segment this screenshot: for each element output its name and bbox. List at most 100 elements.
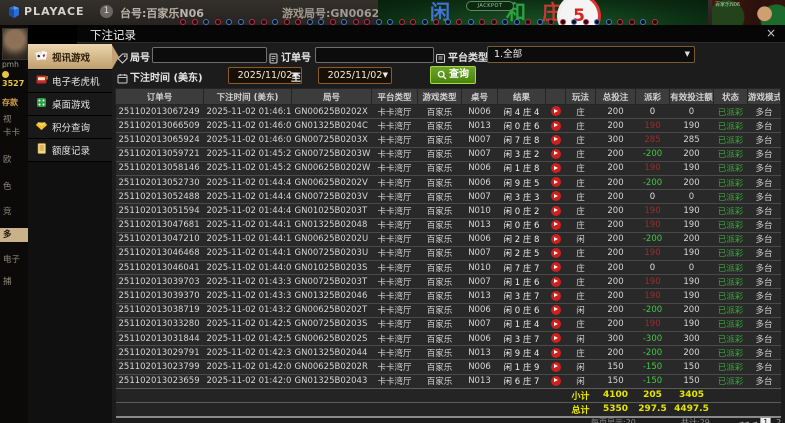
play-icon[interactable] [550, 248, 561, 259]
play-icon[interactable] [550, 361, 561, 372]
cell-valid-bet: 200 [669, 302, 714, 318]
cell-platform: 卡卡湾厅 [371, 118, 418, 133]
cell-platform: 卡卡湾厅 [371, 330, 418, 346]
play-icon[interactable] [550, 234, 561, 245]
play-icon[interactable] [550, 120, 561, 131]
cell-replay [545, 217, 566, 233]
cell-table-no: N007 [461, 132, 498, 148]
cell-table-no: N007 [461, 146, 498, 162]
cell-total-bet: 150 [595, 373, 636, 389]
lobby-item[interactable]: 欧 [0, 153, 28, 167]
play-icon[interactable] [550, 134, 561, 145]
cell-round-no: GN01325B0204C [291, 118, 372, 133]
cell-round-no: GN01025B0203S [291, 260, 372, 275]
lobby-item[interactable]: 捕 [0, 275, 28, 289]
cell-bet-type: 庄 [565, 316, 596, 332]
column-header: 游戏模式 [747, 88, 781, 105]
coin-icon [2, 71, 9, 78]
cell-game-type: 百家乐 [417, 316, 462, 332]
cell-game-type: 百家乐 [417, 302, 462, 318]
order-filter-label: 订单号 [281, 53, 311, 64]
play-icon[interactable] [550, 148, 561, 159]
cell-game-mode: 多台 [747, 316, 781, 332]
play-icon[interactable] [550, 333, 561, 344]
prev-page-icon[interactable]: ◄ [752, 419, 757, 423]
menu-item-积分查询[interactable]: 积分查询 [28, 116, 112, 139]
cell-bet-time: 2025-11-02 01:46:07 [203, 132, 292, 148]
cell-valid-bet: 190 [669, 203, 714, 218]
cell-replay [545, 274, 566, 289]
lobby-item[interactable]: 卡卡 [0, 126, 28, 140]
cards-icon [35, 49, 48, 65]
page-number[interactable]: 1 [760, 417, 772, 423]
cell-bet-time: 2025-11-02 01:42:56 [203, 316, 292, 332]
deposit-button[interactable]: 存款 [2, 97, 18, 108]
cell-valid-bet: 200 [669, 174, 714, 190]
cell-result: 闲 9 庄 5 [497, 174, 546, 190]
menu-item-桌面游戏[interactable]: 桌面游戏 [28, 93, 112, 116]
cell-bet-type: 庄 [565, 288, 596, 304]
order-input[interactable] [315, 47, 434, 63]
menu-item-额度记录[interactable]: 额度记录 [28, 139, 112, 162]
cell-round-no: GN01325B02044 [291, 345, 372, 360]
avatar[interactable] [2, 28, 28, 60]
cell-bet-type: 闲 [565, 359, 596, 375]
search-button[interactable]: 查询 [430, 66, 476, 84]
cell-platform: 卡卡湾厅 [371, 288, 418, 304]
cell-table-no: N006 [461, 330, 498, 346]
cell-game-mode: 多台 [747, 245, 781, 261]
play-icon[interactable] [550, 163, 561, 174]
lobby-item[interactable]: 视 [0, 113, 28, 127]
cell-total-bet: 200 [595, 316, 636, 332]
menu-item-视讯游戏[interactable]: 视讯游戏 [28, 44, 119, 70]
play-icon[interactable] [550, 262, 561, 273]
play-icon[interactable] [550, 276, 561, 287]
play-icon[interactable] [550, 219, 561, 230]
lobby-item[interactable]: 色 [0, 180, 28, 194]
cell-bet-time: 2025-11-02 01:44:14 [203, 231, 292, 247]
platform-select[interactable]: 1.全部 ▼ [487, 46, 695, 63]
close-icon[interactable]: × [766, 26, 776, 40]
table-row: 251102013059721 2025-11-02 01:45:29 GN0072… [115, 146, 781, 162]
cell-bet-type: 庄 [565, 260, 596, 275]
cell-status: 已派彩 [713, 103, 748, 119]
cell-payout: 190 [635, 274, 670, 289]
dealer-video-thumbnail[interactable]: 百家乐N06 [712, 0, 785, 25]
play-icon[interactable] [550, 290, 561, 301]
lobby-item[interactable]: 电子 [0, 253, 28, 267]
cell-status: 已派彩 [713, 288, 748, 304]
cell-valid-bet: 190 [669, 288, 714, 304]
username-label: pmh [2, 60, 19, 69]
cell-valid-bet: 0 [669, 189, 714, 204]
play-icon[interactable] [550, 177, 561, 188]
cell-replay [545, 231, 566, 247]
cell-game-type: 百家乐 [417, 288, 462, 304]
menu-item-电子老虎机[interactable]: 电子老虎机 [28, 70, 112, 93]
play-icon[interactable] [550, 319, 561, 330]
cell-status: 已派彩 [713, 231, 748, 247]
cell-total-bet: 200 [595, 302, 636, 318]
cell-table-no: N010 [461, 260, 498, 275]
cell-valid-bet: 150 [669, 373, 714, 389]
play-icon[interactable] [550, 106, 561, 117]
page-number[interactable]: 2 [774, 418, 783, 423]
cell-platform: 卡卡湾厅 [371, 174, 418, 190]
cell-valid-bet: 150 [669, 359, 714, 375]
play-icon[interactable] [550, 191, 561, 202]
play-icon[interactable] [550, 347, 561, 358]
play-icon[interactable] [550, 205, 561, 216]
cell-platform: 卡卡湾厅 [371, 103, 418, 119]
table-row: 251102013047681 2025-11-02 01:44:17 GN0132… [115, 217, 781, 233]
cell-order-no: 251102013023799 [115, 359, 204, 375]
cell-platform: 卡卡湾厅 [371, 359, 418, 375]
play-icon[interactable] [550, 304, 561, 315]
lobby-item[interactable]: 竞 [0, 205, 28, 219]
cell-platform: 卡卡湾厅 [371, 189, 418, 204]
cell-bet-time: 2025-11-02 01:44:41 [203, 203, 292, 218]
cell-game-mode: 多台 [747, 203, 781, 218]
date-to-select[interactable]: 2025/11/02 ▼ [318, 67, 392, 84]
first-page-icon[interactable]: ◄◄ [738, 419, 749, 423]
play-icon[interactable] [550, 375, 561, 386]
round-input[interactable] [152, 47, 267, 63]
lobby-item[interactable]: 多 [0, 228, 28, 242]
